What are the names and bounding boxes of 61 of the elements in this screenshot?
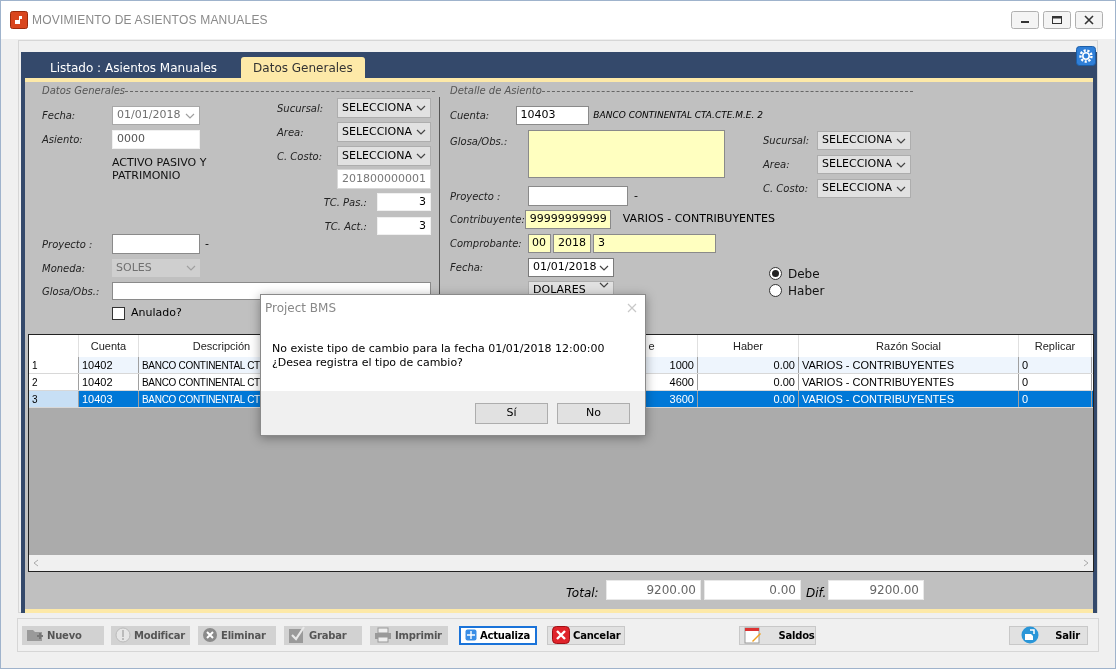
field-label: Sucursal: [277, 101, 325, 116]
table-cell-text: 4600 [669, 374, 694, 390]
table-cell-text: 0.00 [773, 374, 795, 390]
total-label: Total: [566, 585, 600, 602]
table-cell-text: 10403 [82, 391, 113, 407]
column-header: Cuenta [90, 338, 127, 354]
checkbox-label: Anulado? [131, 304, 182, 321]
table-cell-text: BANCO CONTINENTAL CT [142, 358, 260, 373]
table-cell-text: 3600 [669, 391, 694, 407]
field-label: Contribuyente: [450, 213, 525, 227]
field-label: TC. Act.: [323, 219, 368, 234]
field-label: Fecha: [450, 261, 485, 275]
table-cell-text: VARIOS - CONTRIBUYENTES [802, 357, 954, 373]
row-number: 2 [32, 376, 38, 390]
field-label: Proyecto : [450, 189, 502, 204]
dialog-title: Project BMS [265, 300, 337, 317]
field-label: Area: [277, 125, 305, 140]
field-label: Moneda: [42, 261, 87, 276]
field-label: Fecha: [42, 109, 77, 123]
column-header: Descripción [192, 338, 251, 354]
field-label: Sucursal: [763, 134, 811, 148]
table-cell-text: 0 [1022, 357, 1029, 373]
row-number: 3 [32, 393, 38, 407]
field-label: C. Costo: [763, 182, 810, 196]
column-header: Replicar [1034, 338, 1076, 354]
table-cell-text: VARIOS - CONTRIBUYENTES [802, 374, 954, 390]
difference-label: Dif. [806, 585, 828, 602]
table-cell-text: 1000 [669, 357, 694, 373]
row-number: 1 [32, 359, 38, 373]
group-legend: Detalle de Asiento [450, 82, 542, 98]
table-cell-text: VARIOS - CONTRIBUYENTES [802, 391, 954, 407]
table-cell-text: 10402 [82, 357, 113, 373]
field-label: Glosa/Obs.: [450, 135, 509, 149]
field-label: Cuenta: [450, 109, 491, 123]
field-label: TC. Pas.: [322, 195, 368, 210]
table-cell-text: BANCO CONTINENTAL CT [142, 392, 260, 407]
field-label: Asiento: [42, 133, 84, 147]
column-header: Haber [733, 338, 763, 354]
account-name: BANCO CONTINENTAL CTA.CTE.M.E. 2 [593, 108, 763, 122]
field-label: Comprobante: [450, 237, 523, 251]
separator-text: - [634, 187, 638, 204]
table-cell-text: 0.00 [773, 357, 795, 373]
table-cell-text: 10402 [82, 374, 113, 390]
table-cell-text: BANCO CONTINENTAL CT [142, 375, 260, 390]
field-label: Area: [763, 158, 791, 172]
field-label: Glosa/Obs.: [42, 284, 101, 299]
field-label: Proyecto : [42, 237, 94, 252]
column-header: e [648, 338, 655, 354]
table-cell-text: 0 [1022, 391, 1029, 407]
group-legend: Datos Generales [42, 82, 126, 98]
column-header: Razón Social [876, 338, 941, 354]
field-label: C. Costo: [277, 149, 324, 164]
separator-text: - [205, 235, 209, 252]
taxpayer-name: VARIOS - CONTRIBUYENTES [622, 211, 775, 228]
radio-label: Debe [788, 265, 820, 283]
dialog-message: No existe tipo de cambio para la fecha 01/01/2018 12:00:00 ¿Desea registra el tipo de cambio? [272, 342, 606, 370]
account-group-text: ACTIVO PASIVO Y PATRIMONIO [112, 156, 208, 182]
radio-label: Haber [788, 282, 825, 300]
table-cell-text: 0 [1022, 374, 1029, 390]
window-title: MOVIMIENTO DE ASIENTOS MANUALES [32, 12, 268, 29]
table-cell-text: 0.00 [773, 391, 795, 407]
